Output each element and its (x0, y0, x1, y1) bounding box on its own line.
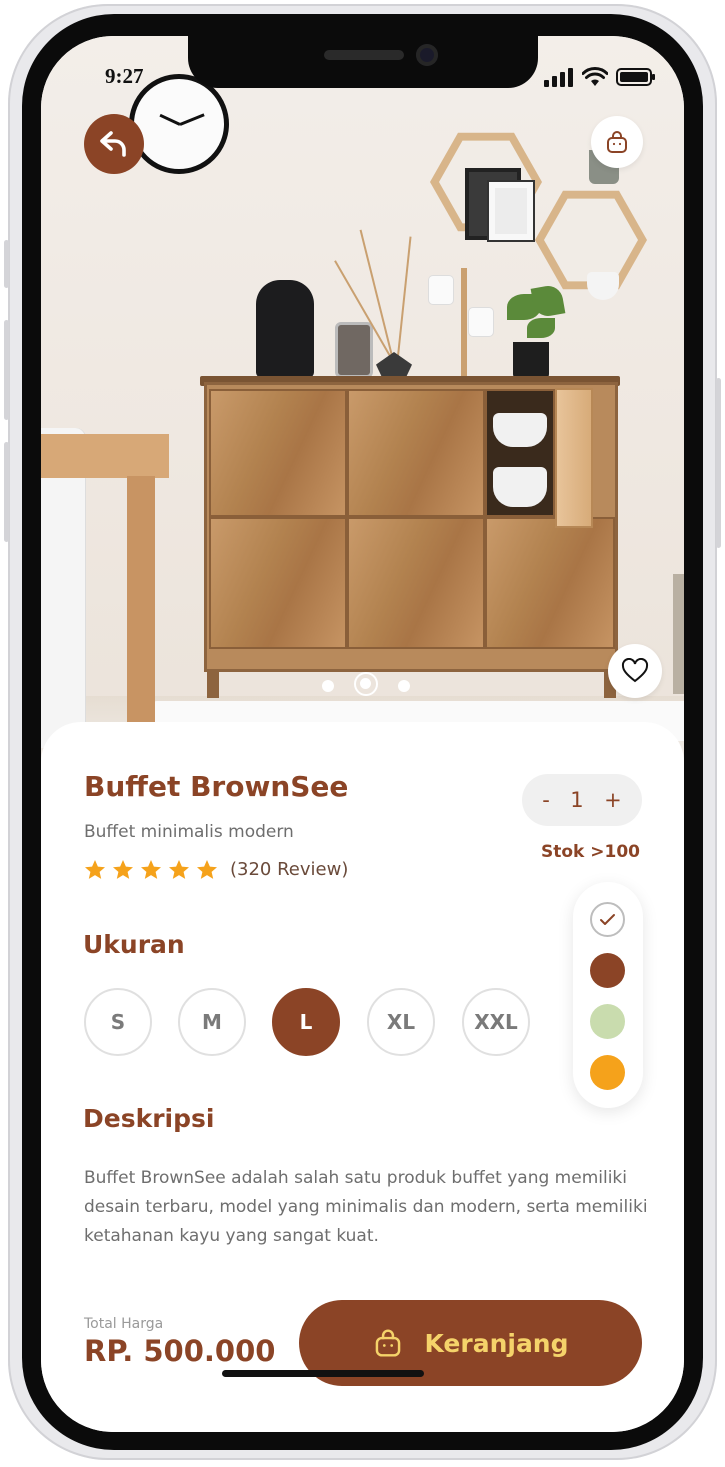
picture-frame (487, 180, 535, 242)
screen: 9:27 Buffet BrownSee Buffet minimalis mo… (41, 36, 684, 1432)
size-option-xxl[interactable]: XXL (462, 988, 530, 1056)
power-button (716, 378, 721, 548)
coffee-machine (256, 280, 314, 378)
color-option-orange[interactable] (590, 1055, 625, 1090)
cart-shortcut-button[interactable] (591, 116, 643, 168)
volume-down-button (4, 442, 9, 542)
shopping-bag-icon (607, 131, 627, 153)
size-heading: Ukuran (83, 930, 185, 959)
star-icon (197, 860, 217, 879)
product-name: Buffet BrownSee (84, 770, 349, 803)
vase (587, 272, 619, 300)
description-heading: Deskripsi (83, 1104, 215, 1133)
add-to-cart-label: Keranjang (424, 1328, 569, 1358)
page-dot[interactable] (398, 680, 410, 692)
total-label: Total Harga (84, 1316, 164, 1332)
star-icon (113, 860, 133, 879)
cellular-signal-icon (544, 68, 573, 87)
cabinet-door (485, 517, 615, 649)
notch (188, 36, 538, 88)
home-indicator[interactable] (222, 1370, 424, 1377)
volume-up-button (4, 320, 9, 420)
star-icon (141, 860, 161, 879)
mug (469, 308, 493, 336)
status-time: 9:27 (105, 64, 144, 88)
size-option-xl[interactable]: XL (367, 988, 435, 1056)
total-price: RP. 500.000 (84, 1334, 276, 1368)
mute-switch (4, 240, 9, 288)
rating-stars (83, 858, 219, 882)
size-option-l[interactable]: L (272, 988, 340, 1056)
mug-tree (461, 268, 467, 380)
battery-icon (616, 68, 655, 86)
star-icon (169, 860, 189, 879)
color-option-green[interactable] (590, 1004, 625, 1039)
check-icon (600, 914, 615, 925)
page-dot-active[interactable] (354, 672, 378, 696)
cabinet-door (347, 389, 485, 517)
increase-button[interactable]: + (604, 788, 622, 812)
open-cabinet-door (555, 388, 593, 528)
shopping-bag-icon (376, 1329, 401, 1357)
quantity-stepper: - 1 + (522, 774, 642, 826)
bowl (493, 413, 547, 447)
mug (429, 276, 453, 304)
cabinet-door (209, 517, 347, 649)
wifi-icon (582, 67, 608, 86)
product-tagline: Buffet minimalis modern (84, 822, 294, 842)
back-button[interactable] (84, 114, 144, 174)
star-icon (85, 860, 105, 879)
side-table (41, 434, 169, 478)
wall-clock (129, 74, 229, 174)
undo-arrow-icon (100, 131, 126, 157)
glass-jar (335, 322, 373, 378)
product-details-sheet: Buffet BrownSee Buffet minimalis modern … (41, 722, 684, 1432)
description-text: Buffet BrownSee adalah salah satu produk… (84, 1168, 648, 1246)
size-option-m[interactable]: M (178, 988, 246, 1056)
gallery-pagination (41, 672, 684, 700)
bowl (493, 467, 547, 507)
dried-flower (397, 236, 412, 357)
leaf (527, 318, 555, 338)
product-image[interactable]: 9:27 (41, 36, 684, 766)
color-picker (573, 882, 643, 1108)
plant-pot (513, 342, 549, 380)
review-count[interactable]: (320 Review) (230, 859, 348, 880)
speaker (324, 50, 404, 60)
decrease-button[interactable]: - (542, 788, 550, 812)
quantity-value: 1 (570, 788, 584, 812)
cabinet-door (347, 517, 485, 649)
front-camera (416, 44, 438, 66)
color-option-brown[interactable] (590, 953, 625, 988)
size-option-s[interactable]: S (84, 988, 152, 1056)
stock-label: Stok >100 (541, 842, 641, 862)
cabinet-door (209, 389, 347, 517)
status-icons (544, 66, 656, 88)
color-option-white[interactable] (590, 902, 625, 937)
page-dot[interactable] (322, 680, 334, 692)
